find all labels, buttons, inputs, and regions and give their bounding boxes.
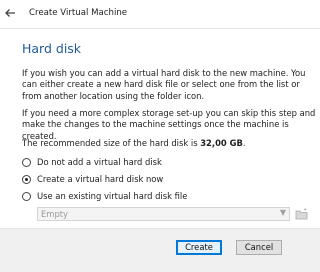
- option-create-disk-label: Create a virtual hard disk now: [37, 174, 164, 184]
- create-button[interactable]: Create: [176, 240, 222, 255]
- radio-existing-disk[interactable]: [22, 192, 31, 201]
- option-existing-disk-label: Use an existing virtual hard disk file: [37, 191, 188, 201]
- radio-create-disk[interactable]: [22, 175, 31, 184]
- back-arrow-glyph: [5, 9, 15, 17]
- recommended-size-prefix: The recommended size of the hard disk is: [22, 138, 201, 148]
- recommended-size-value: 32,00 GB: [200, 138, 243, 148]
- title-bar: Create Virtual Machine: [0, 0, 320, 29]
- window-title: Create Virtual Machine: [29, 8, 128, 18]
- chevron-down-icon: ▼: [279, 208, 286, 217]
- intro-text: If you wish you can add a virtual hard d…: [22, 68, 306, 101]
- back-arrow-icon[interactable]: [3, 6, 17, 20]
- folder-glyph: [295, 208, 308, 220]
- radio-no-disk[interactable]: [22, 158, 31, 167]
- existing-disk-select[interactable]: Empty ▼: [37, 207, 290, 221]
- page-title: Hard disk: [22, 41, 82, 56]
- cancel-button[interactable]: Cancel: [236, 240, 282, 255]
- recommended-size-text: The recommended size of the hard disk is…: [22, 138, 246, 148]
- existing-disk-value: Empty: [41, 209, 69, 219]
- recommended-size-suffix: .: [242, 138, 246, 148]
- option-no-disk-label: Do not add a virtual hard disk: [37, 157, 162, 167]
- folder-icon[interactable]: [294, 207, 309, 221]
